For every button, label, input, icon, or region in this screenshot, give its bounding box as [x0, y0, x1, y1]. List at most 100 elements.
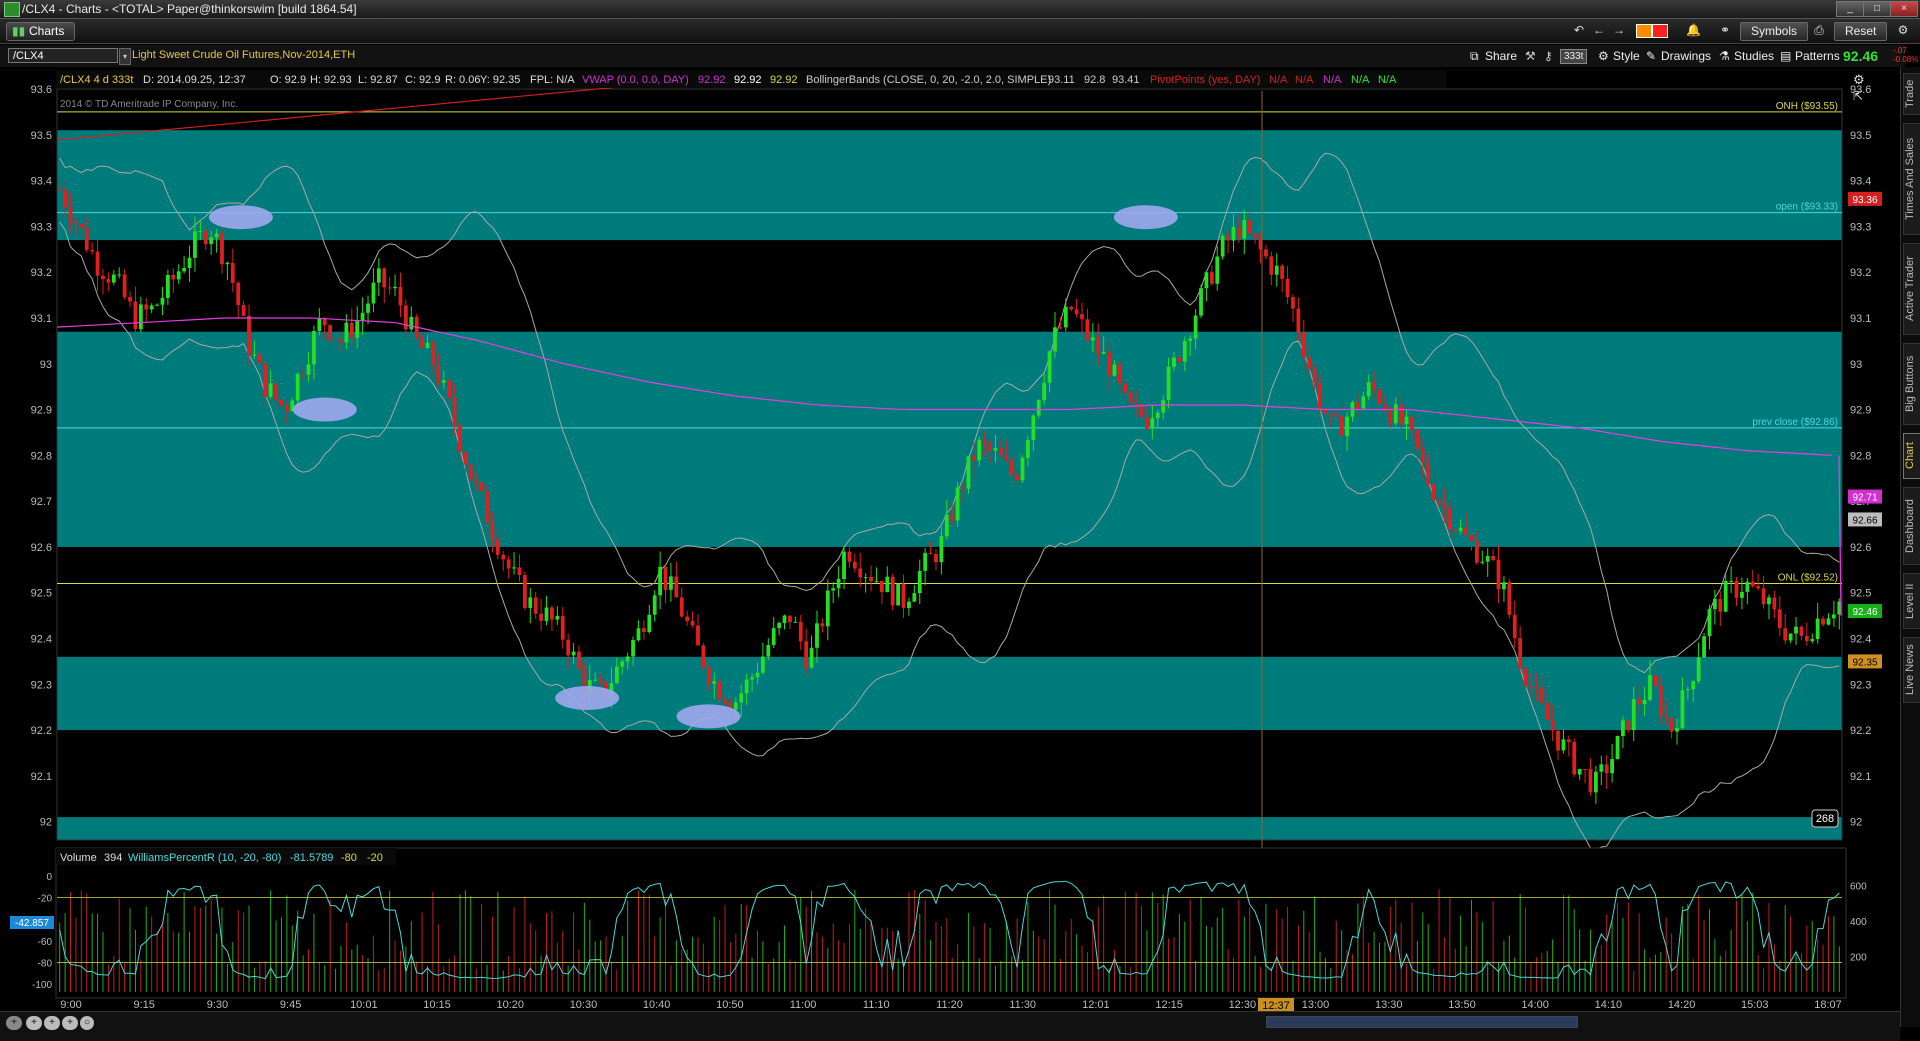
candle-body	[165, 275, 170, 298]
candle-body	[679, 597, 684, 617]
candle-body	[701, 645, 706, 668]
maximize-button[interactable]: □	[1863, 1, 1891, 17]
symbols-button[interactable]: Symbols	[1740, 22, 1809, 41]
candle-body	[1702, 636, 1706, 658]
candle-body	[533, 597, 538, 614]
candle-body	[901, 583, 906, 608]
window-titlebar[interactable]: /CLX4 - Charts - <TOTAL> Paper@thinkorsw…	[0, 0, 1920, 19]
share-icon[interactable]: ⧉	[1470, 48, 1479, 64]
price-tag-text: 92.35	[1852, 657, 1877, 668]
symbol-input[interactable]: /CLX4	[8, 48, 118, 63]
candle-body	[1723, 580, 1728, 612]
symbol-dropdown-icon[interactable]: ▾	[119, 48, 131, 65]
net-change-value: -.07	[1893, 46, 1907, 55]
candle-body	[333, 339, 338, 341]
vwap-study-label[interactable]: VWAP (0.0, 0.0, DAY)	[582, 74, 689, 86]
link-icon[interactable]: ⚭	[1718, 23, 1732, 37]
drawings-button[interactable]: Drawings	[1661, 48, 1711, 64]
print-icon[interactable]: ⎙	[1812, 23, 1826, 37]
candle-body	[1404, 416, 1409, 425]
time-tick: 10:30	[570, 999, 598, 1011]
undo-icon[interactable]: ↶	[1572, 23, 1586, 37]
candle-body	[247, 315, 251, 356]
candle-body	[788, 615, 792, 622]
side-tab-big-buttons[interactable]: Big Buttons	[1903, 343, 1920, 425]
patterns-button[interactable]: Patterns	[1795, 48, 1840, 64]
candle-body	[961, 487, 965, 489]
patterns-icon[interactable]: ▤	[1780, 48, 1791, 64]
color-swatch-orange[interactable]	[1636, 24, 1652, 38]
candle-body	[1301, 332, 1306, 358]
candle-body	[1188, 338, 1193, 341]
zoom-out-icon[interactable]: +	[44, 1016, 60, 1030]
highlight-ellipse	[1113, 205, 1178, 230]
wpr-axis-tick: -20	[38, 894, 53, 905]
candle-body	[988, 444, 992, 451]
minimize-button[interactable]: _	[1836, 1, 1864, 17]
time-tick: 10:15	[423, 999, 451, 1011]
horizontal-scrollbar[interactable]	[1266, 1016, 1578, 1028]
tab-charts[interactable]: ▮▮ Charts	[6, 22, 76, 41]
studies-button[interactable]: Studies	[1734, 48, 1774, 64]
alert-bell-icon[interactable]: 🔔	[1686, 23, 1701, 37]
side-tab-chart[interactable]: Chart	[1903, 433, 1920, 479]
wrench-icon[interactable]: ⚒	[1525, 48, 1536, 64]
price-chart[interactable]: ONH ($93.55) open ($93.33) prev close ($92…	[0, 67, 1900, 1011]
candle-body	[101, 275, 105, 280]
candle-body	[1810, 638, 1815, 642]
color-swatch-red[interactable]	[1652, 24, 1668, 38]
back-icon[interactable]: ←	[1592, 23, 1606, 37]
side-tab-active-trader[interactable]: Active Trader	[1903, 243, 1920, 335]
candle-body	[1128, 392, 1133, 403]
candle-body	[1069, 306, 1074, 310]
zoom-in-icon[interactable]: +	[26, 1016, 42, 1030]
price-tick-left: 92.9	[31, 405, 52, 417]
copyright-text: 2014 © TD Ameritrade IP Company, Inc.	[60, 99, 238, 110]
pivot-study-label[interactable]: PivotPoints (yes, DAY)	[1150, 74, 1260, 86]
header-symbol: /CLX4 4 d 333t	[60, 74, 133, 86]
settings-icon[interactable]: ⚙	[1896, 23, 1910, 37]
candle-body	[458, 425, 462, 453]
candle-body	[874, 580, 879, 582]
candle-body	[463, 452, 468, 465]
price-tick-left: 93	[40, 359, 52, 371]
side-tab-times-and-sales[interactable]: Times And Sales	[1903, 123, 1920, 235]
aggregation-button[interactable]: 333t	[1560, 49, 1588, 64]
style-icon[interactable]: ⚙	[1598, 48, 1609, 64]
close-button[interactable]: ×	[1890, 1, 1918, 17]
forward-icon[interactable]: →	[1612, 23, 1626, 37]
candle-body	[1177, 357, 1182, 362]
candle-body	[1388, 410, 1393, 424]
candle-body	[1556, 730, 1560, 751]
wpr-axis-tick: -80	[38, 958, 53, 969]
side-tab-level-ii[interactable]: Level II	[1903, 573, 1920, 629]
zoom-fit-icon[interactable]: +	[62, 1016, 78, 1030]
candle-body	[1420, 449, 1425, 463]
candle-body	[155, 304, 159, 306]
style-button[interactable]: Style	[1613, 48, 1640, 64]
side-tab-trade[interactable]: Trade	[1903, 73, 1920, 115]
drawings-icon[interactable]: ✎	[1646, 48, 1656, 64]
studies-icon[interactable]: ⚗	[1719, 48, 1730, 64]
net-change-percent: -0.08%	[1893, 55, 1919, 64]
candle-body	[1750, 581, 1755, 587]
candle-body	[777, 622, 782, 629]
candle-body	[1756, 586, 1761, 589]
share-button[interactable]: Share	[1485, 48, 1517, 64]
candle-body	[1599, 764, 1604, 772]
bb-value-2: 92.8	[1084, 74, 1105, 86]
candle-body	[566, 639, 571, 656]
pan-icon[interactable]: +	[6, 1016, 22, 1030]
bollinger-study-label[interactable]: BollingerBands (CLOSE, 0, 20, -2.0, 2.0,…	[806, 74, 1051, 86]
time-tick: 13:00	[1302, 999, 1330, 1011]
reset-button[interactable]: Reset	[1834, 22, 1888, 41]
candle-body	[1377, 389, 1382, 405]
wpr-study-label[interactable]: WilliamsPercentR (10, -20, -80)	[128, 852, 281, 864]
side-tab-dashboard[interactable]: Dashboard	[1903, 487, 1920, 565]
candle-body	[712, 681, 717, 684]
cursor-mode-icon[interactable]: ○	[80, 1016, 94, 1030]
candle-body	[885, 576, 890, 593]
key-icon[interactable]: ⚷	[1544, 48, 1553, 64]
candle-body	[636, 628, 641, 641]
side-tab-live-news[interactable]: Live News	[1903, 637, 1920, 703]
